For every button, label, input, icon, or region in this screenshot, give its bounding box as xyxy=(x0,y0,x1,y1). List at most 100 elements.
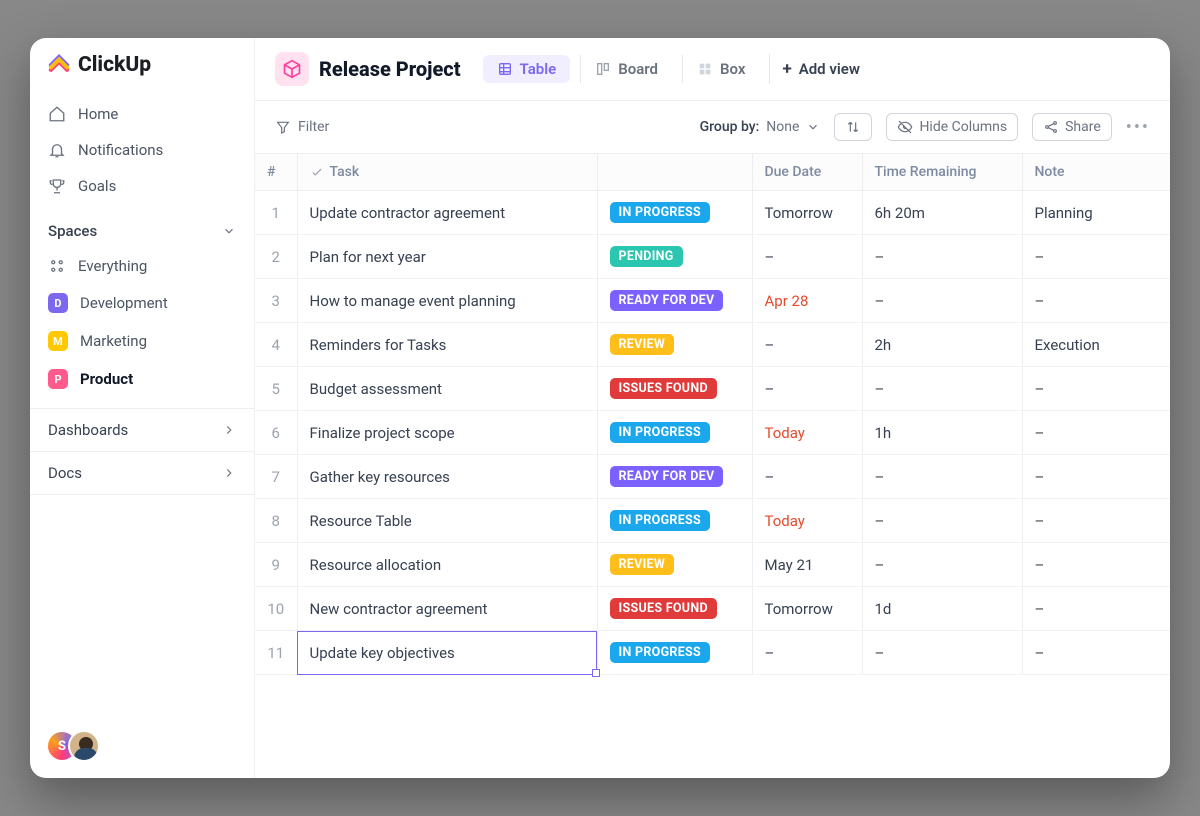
time-remaining-cell[interactable]: 6h 20m xyxy=(862,191,1022,235)
status-cell[interactable]: IN PROGRESS xyxy=(597,499,752,543)
due-date-cell[interactable]: – xyxy=(752,455,862,499)
view-tab-board[interactable]: Board xyxy=(580,55,672,83)
time-remaining-cell[interactable]: – xyxy=(862,367,1022,411)
table-icon xyxy=(497,61,513,77)
nav-home[interactable]: Home xyxy=(38,96,246,132)
time-remaining-cell[interactable]: – xyxy=(862,631,1022,675)
group-by-select[interactable]: Group by: None xyxy=(700,119,821,135)
table-row[interactable]: 1Update contractor agreementIN PROGRESST… xyxy=(255,191,1170,235)
table-row[interactable]: 2Plan for next yearPENDING––– xyxy=(255,235,1170,279)
sort-button[interactable] xyxy=(834,113,872,141)
task-name-cell[interactable]: Plan for next year xyxy=(297,235,597,279)
due-date-cell[interactable]: – xyxy=(752,631,862,675)
note-cell[interactable]: – xyxy=(1022,587,1170,631)
status-cell[interactable]: ISSUES FOUND xyxy=(597,587,752,631)
due-date-cell[interactable]: Today xyxy=(752,411,862,455)
home-icon xyxy=(48,105,66,123)
task-name-cell[interactable]: Update key objectives xyxy=(297,631,597,675)
due-date-cell[interactable]: – xyxy=(752,323,862,367)
row-number: 2 xyxy=(255,235,297,279)
sidebar-item-space[interactable]: DDevelopment xyxy=(38,284,246,322)
more-button[interactable]: ••• xyxy=(1126,117,1150,138)
status-cell[interactable]: REVIEW xyxy=(597,543,752,587)
view-tab-table[interactable]: Table xyxy=(483,55,571,83)
avatar[interactable] xyxy=(68,730,100,762)
time-remaining-cell[interactable]: 2h xyxy=(862,323,1022,367)
task-name-cell[interactable]: Resource allocation xyxy=(297,543,597,587)
note-cell[interactable]: – xyxy=(1022,411,1170,455)
task-name-cell[interactable]: Update contractor agreement xyxy=(297,191,597,235)
table-row[interactable]: 3How to manage event planningREADY FOR D… xyxy=(255,279,1170,323)
status-cell[interactable]: REVIEW xyxy=(597,323,752,367)
note-cell[interactable]: – xyxy=(1022,455,1170,499)
note-cell[interactable]: – xyxy=(1022,279,1170,323)
table-row[interactable]: 9Resource allocationREVIEWMay 21–– xyxy=(255,543,1170,587)
note-cell[interactable]: Planning xyxy=(1022,191,1170,235)
table-row[interactable]: 8Resource TableIN PROGRESSToday–– xyxy=(255,499,1170,543)
due-date-cell[interactable]: Today xyxy=(752,499,862,543)
note-cell[interactable]: – xyxy=(1022,631,1170,675)
task-name-cell[interactable]: How to manage event planning xyxy=(297,279,597,323)
status-cell[interactable]: READY FOR DEV xyxy=(597,279,752,323)
time-remaining-cell[interactable]: 1d xyxy=(862,587,1022,631)
note-cell[interactable]: – xyxy=(1022,543,1170,587)
table-row[interactable]: 5Budget assessmentISSUES FOUND––– xyxy=(255,367,1170,411)
table-row[interactable]: 4Reminders for TasksREVIEW–2hExecution xyxy=(255,323,1170,367)
status-cell[interactable]: ISSUES FOUND xyxy=(597,367,752,411)
table-row[interactable]: 10New contractor agreementISSUES FOUNDTo… xyxy=(255,587,1170,631)
column-header-number[interactable]: # xyxy=(255,154,297,191)
note-cell[interactable]: Execution xyxy=(1022,323,1170,367)
sidebar-item-space[interactable]: MMarketing xyxy=(38,322,246,360)
toolbar: Filter Group by: None Hide Columns Share… xyxy=(255,101,1170,154)
due-date-cell[interactable]: Tomorrow xyxy=(752,587,862,631)
due-date-cell[interactable]: Tomorrow xyxy=(752,191,862,235)
task-name-cell[interactable]: Resource Table xyxy=(297,499,597,543)
table-row[interactable]: 6Finalize project scopeIN PROGRESSToday1… xyxy=(255,411,1170,455)
spaces-header[interactable]: Spaces xyxy=(30,204,254,248)
status-cell[interactable]: IN PROGRESS xyxy=(597,191,752,235)
time-remaining-cell[interactable]: 1h xyxy=(862,411,1022,455)
nav-notifications[interactable]: Notifications xyxy=(38,132,246,168)
task-name-cell[interactable]: New contractor agreement xyxy=(297,587,597,631)
column-header-time[interactable]: Time Remaining xyxy=(862,154,1022,191)
task-name-cell[interactable]: Budget assessment xyxy=(297,367,597,411)
hide-columns-button[interactable]: Hide Columns xyxy=(886,113,1018,141)
status-cell[interactable]: IN PROGRESS xyxy=(597,411,752,455)
column-header-status[interactable] xyxy=(597,154,752,191)
due-date-cell[interactable]: May 21 xyxy=(752,543,862,587)
note-cell[interactable]: – xyxy=(1022,235,1170,279)
due-date-cell[interactable]: – xyxy=(752,367,862,411)
avatar-stack[interactable]: S xyxy=(30,730,254,778)
task-name-cell[interactable]: Finalize project scope xyxy=(297,411,597,455)
note-cell[interactable]: – xyxy=(1022,367,1170,411)
sidebar-item-space[interactable]: PProduct xyxy=(38,360,246,398)
time-remaining-cell[interactable]: – xyxy=(862,543,1022,587)
time-remaining-cell[interactable]: – xyxy=(862,279,1022,323)
add-view-button[interactable]: + Add view xyxy=(769,54,871,84)
column-header-note[interactable]: Note xyxy=(1022,154,1170,191)
sidebar-item-everything[interactable]: Everything xyxy=(38,248,246,284)
time-remaining-cell[interactable]: – xyxy=(862,235,1022,279)
status-cell[interactable]: IN PROGRESS xyxy=(597,631,752,675)
table-wrap[interactable]: # Task Due Date Time Remaining Note xyxy=(255,154,1170,778)
due-date-cell[interactable]: Apr 28 xyxy=(752,279,862,323)
share-button[interactable]: Share xyxy=(1032,113,1112,141)
sidebar-item-dashboards[interactable]: Dashboards xyxy=(30,408,254,451)
note-cell[interactable]: – xyxy=(1022,499,1170,543)
status-cell[interactable]: PENDING xyxy=(597,235,752,279)
time-remaining-cell[interactable]: – xyxy=(862,499,1022,543)
filter-button[interactable]: Filter xyxy=(275,119,329,135)
time-remaining-cell[interactable]: – xyxy=(862,455,1022,499)
sidebar-item-docs[interactable]: Docs xyxy=(30,451,254,495)
column-header-task[interactable]: Task xyxy=(297,154,597,191)
table-row[interactable]: 11Update key objectivesIN PROGRESS––– xyxy=(255,631,1170,675)
view-tab-box[interactable]: Box xyxy=(682,55,759,83)
task-name-cell[interactable]: Gather key resources xyxy=(297,455,597,499)
due-date-cell[interactable]: – xyxy=(752,235,862,279)
column-header-due[interactable]: Due Date xyxy=(752,154,862,191)
brand[interactable]: ClickUp xyxy=(30,52,254,96)
status-cell[interactable]: READY FOR DEV xyxy=(597,455,752,499)
table-row[interactable]: 7Gather key resourcesREADY FOR DEV––– xyxy=(255,455,1170,499)
task-name-cell[interactable]: Reminders for Tasks xyxy=(297,323,597,367)
nav-goals[interactable]: Goals xyxy=(38,168,246,204)
